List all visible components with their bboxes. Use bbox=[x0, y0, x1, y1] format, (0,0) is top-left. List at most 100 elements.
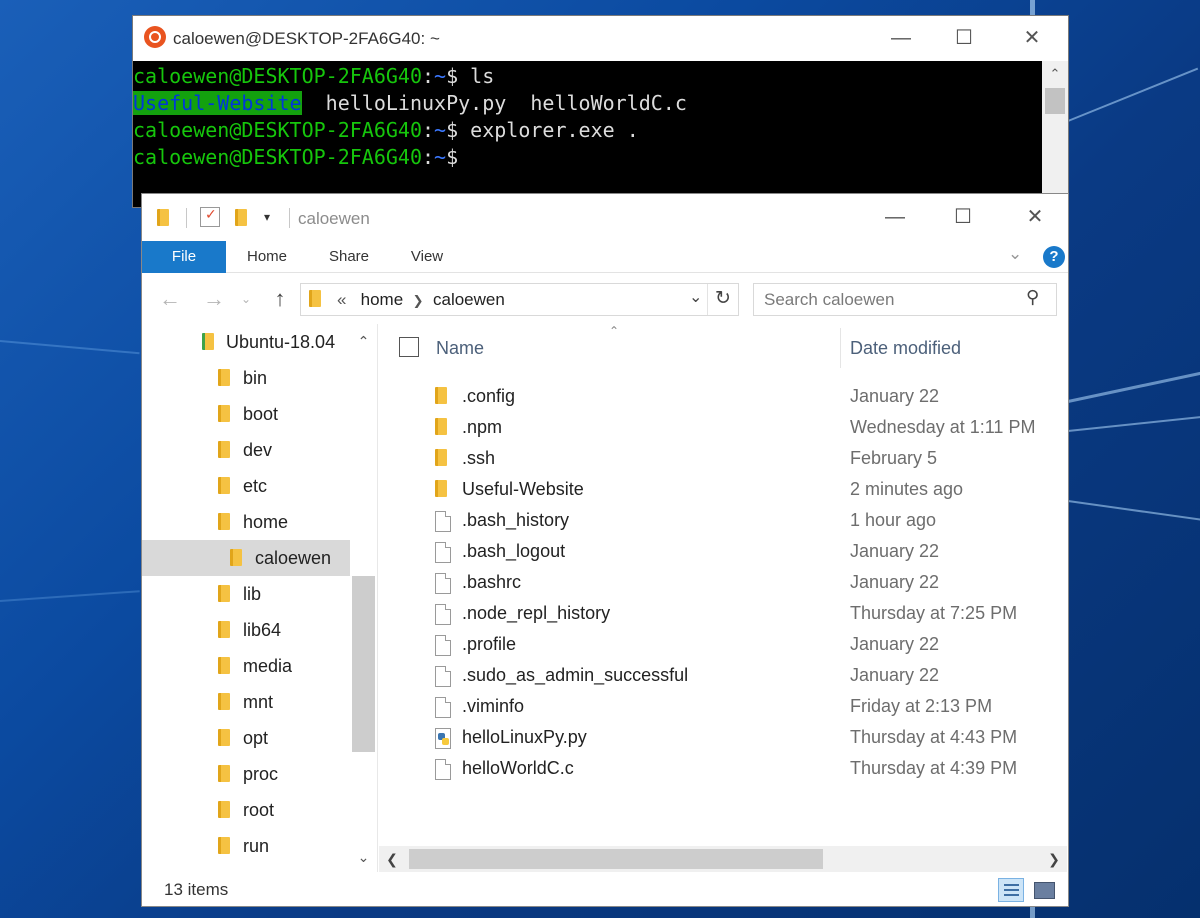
tab-share[interactable]: Share bbox=[316, 241, 382, 273]
minimize-icon[interactable]: — bbox=[873, 16, 929, 61]
file-row[interactable]: .ssh February 5 bbox=[379, 443, 1067, 474]
terminal-scroll-thumb[interactable] bbox=[1045, 88, 1065, 114]
column-divider[interactable] bbox=[840, 328, 841, 368]
breadcrumb-separator-icon[interactable]: ❯ bbox=[413, 293, 424, 308]
recent-locations-icon[interactable]: ⌄ bbox=[236, 286, 256, 312]
tree-item-run[interactable]: run bbox=[142, 828, 350, 864]
tree-item-ubuntu[interactable]: Ubuntu-18.04 bbox=[142, 324, 350, 360]
tree-item-root[interactable]: root bbox=[142, 792, 350, 828]
file-row[interactable]: .bash_logout January 22 bbox=[379, 536, 1067, 567]
select-all-checkbox[interactable] bbox=[399, 337, 419, 357]
file-row[interactable]: .node_repl_history Thursday at 7:25 PM bbox=[379, 598, 1067, 629]
navigation-scrollbar[interactable]: ⌃ ⌄ bbox=[350, 324, 377, 872]
terminal-path: ~ bbox=[434, 145, 447, 169]
tree-item-label: lib64 bbox=[243, 620, 282, 640]
scroll-right-icon[interactable]: ❯ bbox=[1041, 846, 1067, 872]
properties-icon[interactable]: ✓ bbox=[200, 206, 220, 227]
scroll-down-icon[interactable]: ⌄ bbox=[350, 844, 377, 870]
close-icon[interactable]: ✕ bbox=[1004, 16, 1060, 61]
terminal-file-entries: helloLinuxPy.py helloWorldC.c bbox=[301, 91, 687, 115]
tree-item-caloewen[interactable]: caloewen bbox=[142, 540, 350, 576]
navigation-scroll-thumb[interactable] bbox=[352, 576, 375, 752]
folder-icon bbox=[218, 369, 230, 386]
address-bar[interactable]: « home ❯ caloewen ⌄ ↻ bbox=[300, 283, 739, 316]
file-date-modified: January 22 bbox=[850, 634, 940, 654]
file-row[interactable]: .viminfo Friday at 2:13 PM bbox=[379, 691, 1067, 722]
folder-icon bbox=[157, 209, 173, 227]
help-icon[interactable]: ? bbox=[1043, 246, 1065, 268]
file-list: ⌃ Name Date modified .config January 22 .n… bbox=[379, 324, 1067, 872]
terminal-sep: : bbox=[421, 64, 435, 88]
tree-item-bin[interactable]: bin bbox=[142, 360, 350, 396]
file-row[interactable]: .sudo_as_admin_successful January 22 bbox=[379, 660, 1067, 691]
horizontal-scrollbar[interactable]: ❮ ❯ bbox=[379, 846, 1067, 872]
terminal-prompt: $ bbox=[446, 64, 471, 88]
tab-home[interactable]: Home bbox=[232, 241, 302, 273]
horizontal-scroll-thumb[interactable] bbox=[409, 849, 823, 869]
tree-item-boot[interactable]: boot bbox=[142, 396, 350, 432]
large-icons-view-icon[interactable] bbox=[1031, 878, 1057, 902]
maximize-icon[interactable]: ☐ bbox=[936, 16, 992, 61]
file-row[interactable]: .profile January 22 bbox=[379, 629, 1067, 660]
folder-icon bbox=[309, 290, 321, 312]
divider bbox=[289, 208, 290, 228]
desktop-light-beam bbox=[0, 590, 140, 602]
breadcrumb-item-caloewen[interactable]: caloewen bbox=[433, 290, 505, 309]
file-row[interactable]: helloLinuxPy.py Thursday at 4:43 PM bbox=[379, 722, 1067, 753]
folder-icon bbox=[230, 549, 242, 566]
file-row[interactable]: .bash_history 1 hour ago bbox=[379, 505, 1067, 536]
tree-item-opt[interactable]: opt bbox=[142, 720, 350, 756]
file-explorer-window[interactable]: ✓ ▾ caloewen — ☐ ✕ File Home Share View … bbox=[141, 193, 1069, 907]
file-icon bbox=[435, 573, 451, 599]
tree-item-label: lib bbox=[243, 584, 262, 604]
folder-icon bbox=[218, 405, 230, 422]
tree-item-mnt[interactable]: mnt bbox=[142, 684, 350, 720]
tree-item-home[interactable]: home bbox=[142, 504, 350, 540]
close-icon[interactable]: ✕ bbox=[1007, 194, 1063, 241]
scroll-up-icon[interactable]: ⌃ bbox=[350, 328, 377, 354]
file-row[interactable]: helloWorldC.c Thursday at 4:39 PM bbox=[379, 753, 1067, 784]
file-row[interactable]: .npm Wednesday at 1:11 PM bbox=[379, 412, 1067, 443]
explorer-titlebar[interactable]: ✓ ▾ caloewen — ☐ ✕ bbox=[142, 194, 1068, 241]
column-name[interactable]: Name bbox=[436, 338, 484, 359]
terminal-scrollbar[interactable]: ⌃ bbox=[1042, 61, 1068, 208]
breadcrumb-item-home[interactable]: home bbox=[361, 290, 404, 309]
folder-icon bbox=[218, 477, 230, 494]
details-view-icon[interactable] bbox=[998, 878, 1024, 902]
terminal-titlebar[interactable]: caloewen@DESKTOP-2FA6G40: ~ — ☐ ✕ bbox=[133, 16, 1068, 61]
terminal-window[interactable]: caloewen@DESKTOP-2FA6G40: ~ — ☐ ✕ caloew… bbox=[132, 15, 1069, 208]
refresh-icon[interactable]: ↻ bbox=[715, 287, 731, 310]
tab-view[interactable]: View bbox=[396, 241, 458, 273]
up-icon[interactable]: ↑ bbox=[266, 286, 294, 312]
file-name: .profile bbox=[462, 634, 517, 654]
forward-icon[interactable]: → bbox=[200, 286, 228, 312]
folder-icon bbox=[218, 585, 230, 602]
tab-file[interactable]: File bbox=[142, 241, 226, 273]
linux-distro-icon bbox=[202, 333, 214, 350]
file-row[interactable]: .bashrc January 22 bbox=[379, 567, 1067, 598]
customize-toolbar-icon[interactable]: ▾ bbox=[264, 210, 280, 228]
column-date-modified[interactable]: Date modified bbox=[850, 338, 961, 359]
tree-item-proc[interactable]: proc bbox=[142, 756, 350, 792]
folder-icon bbox=[218, 693, 230, 710]
file-name: .ssh bbox=[462, 448, 496, 468]
file-row[interactable]: .config January 22 bbox=[379, 381, 1067, 412]
scroll-left-icon[interactable]: ❮ bbox=[379, 846, 405, 872]
tree-item-lib64[interactable]: lib64 bbox=[142, 612, 350, 648]
new-folder-icon[interactable] bbox=[235, 209, 251, 227]
maximize-icon[interactable]: ☐ bbox=[935, 194, 991, 241]
back-icon[interactable]: ← bbox=[156, 286, 184, 312]
file-row[interactable]: Useful-Website 2 minutes ago bbox=[379, 474, 1067, 505]
scroll-up-icon[interactable]: ⌃ bbox=[1042, 61, 1068, 87]
address-dropdown-icon[interactable]: ⌄ bbox=[689, 287, 702, 307]
tree-item-etc[interactable]: etc bbox=[142, 468, 350, 504]
expand-ribbon-icon[interactable]: ⌄ bbox=[1008, 244, 1022, 264]
minimize-icon[interactable]: — bbox=[867, 194, 923, 241]
tree-item-media[interactable]: media bbox=[142, 648, 350, 684]
tree-item-lib[interactable]: lib bbox=[142, 576, 350, 612]
overflow-chevron-icon[interactable]: « bbox=[337, 290, 346, 309]
search-input[interactable] bbox=[755, 285, 1015, 314]
terminal-output[interactable]: caloewen@DESKTOP-2FA6G40:~$ ls Useful-We… bbox=[133, 61, 1043, 208]
search-icon[interactable]: ⚲ bbox=[1026, 287, 1039, 308]
tree-item-dev[interactable]: dev bbox=[142, 432, 350, 468]
